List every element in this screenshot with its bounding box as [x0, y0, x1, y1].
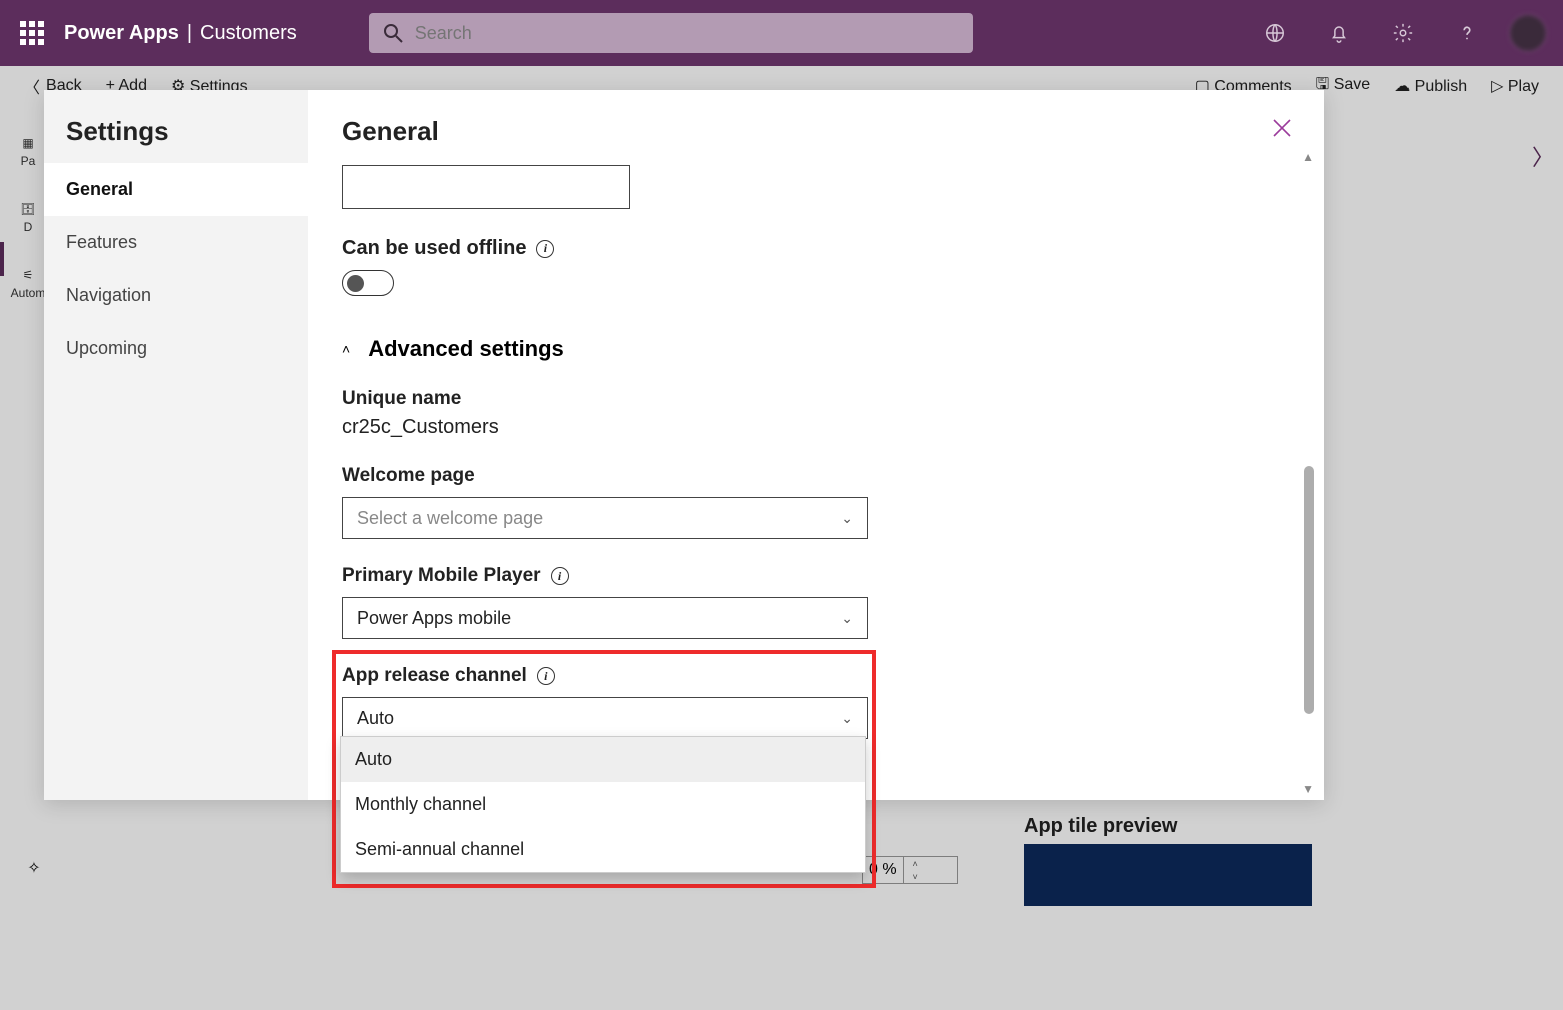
search-icon	[383, 23, 403, 43]
primary-player-label: Primary Mobile Player i	[342, 565, 1270, 587]
info-icon[interactable]: i	[537, 667, 555, 685]
release-channel-select[interactable]: Auto ⌄	[342, 697, 868, 739]
search-box[interactable]	[369, 13, 973, 53]
release-option-auto[interactable]: Auto	[341, 737, 865, 782]
settings-title: Settings	[44, 90, 308, 163]
scroll-up-arrow[interactable]: ▲	[1302, 150, 1314, 164]
chevron-down-icon: ⌄	[841, 510, 853, 527]
help-icon[interactable]	[1445, 11, 1489, 55]
unique-name-value: cr25c_Customers	[342, 416, 1270, 439]
search-input[interactable]	[415, 23, 959, 44]
environment-icon[interactable]	[1253, 11, 1297, 55]
primary-player-select[interactable]: Power Apps mobile ⌄	[342, 597, 868, 639]
release-option-monthly[interactable]: Monthly channel	[341, 782, 865, 827]
settings-gear-icon[interactable]	[1381, 11, 1425, 55]
app-launcher-icon[interactable]	[0, 0, 64, 66]
release-channel-dropdown: Auto Monthly channel Semi-annual channel	[340, 736, 866, 873]
scrollbar-thumb[interactable]	[1304, 466, 1314, 714]
settings-nav: Settings General Features Navigation Upc…	[44, 90, 308, 800]
product-title: Power Apps|Customers	[64, 22, 297, 45]
info-icon[interactable]: i	[536, 240, 554, 258]
settings-dialog: Settings General Features Navigation Upc…	[44, 90, 1324, 800]
release-channel-label: App release channel i	[342, 665, 1270, 687]
release-option-semi-annual[interactable]: Semi-annual channel	[341, 827, 865, 872]
nav-navigation[interactable]: Navigation	[44, 269, 308, 322]
nav-general[interactable]: General	[44, 163, 308, 216]
settings-content: General ▲ Can be used offline i ˄ Advanc…	[308, 90, 1324, 800]
user-avatar[interactable]	[1509, 14, 1547, 52]
chevron-down-icon: ⌄	[841, 610, 853, 627]
offline-label: Can be used offline i	[342, 237, 1270, 260]
chevron-up-icon: ˄	[342, 341, 350, 357]
scroll-down-arrow[interactable]: ▼	[1302, 782, 1314, 796]
chevron-down-icon: ⌄	[841, 710, 853, 727]
nav-upcoming[interactable]: Upcoming	[44, 322, 308, 375]
general-heading: General	[342, 116, 1284, 147]
info-icon[interactable]: i	[551, 567, 569, 585]
welcome-page-select[interactable]: Select a welcome page ⌄	[342, 497, 868, 539]
welcome-page-label: Welcome page	[342, 465, 1270, 487]
notifications-icon[interactable]	[1317, 11, 1361, 55]
offline-toggle[interactable]	[342, 270, 394, 296]
close-icon	[1270, 116, 1294, 140]
description-textarea[interactable]	[342, 165, 630, 209]
nav-features[interactable]: Features	[44, 216, 308, 269]
close-button[interactable]	[1266, 112, 1298, 144]
unique-name-label: Unique name	[342, 388, 1270, 410]
advanced-settings-header[interactable]: ˄ Advanced settings	[342, 336, 1270, 362]
suite-header: Power Apps|Customers	[0, 0, 1563, 66]
